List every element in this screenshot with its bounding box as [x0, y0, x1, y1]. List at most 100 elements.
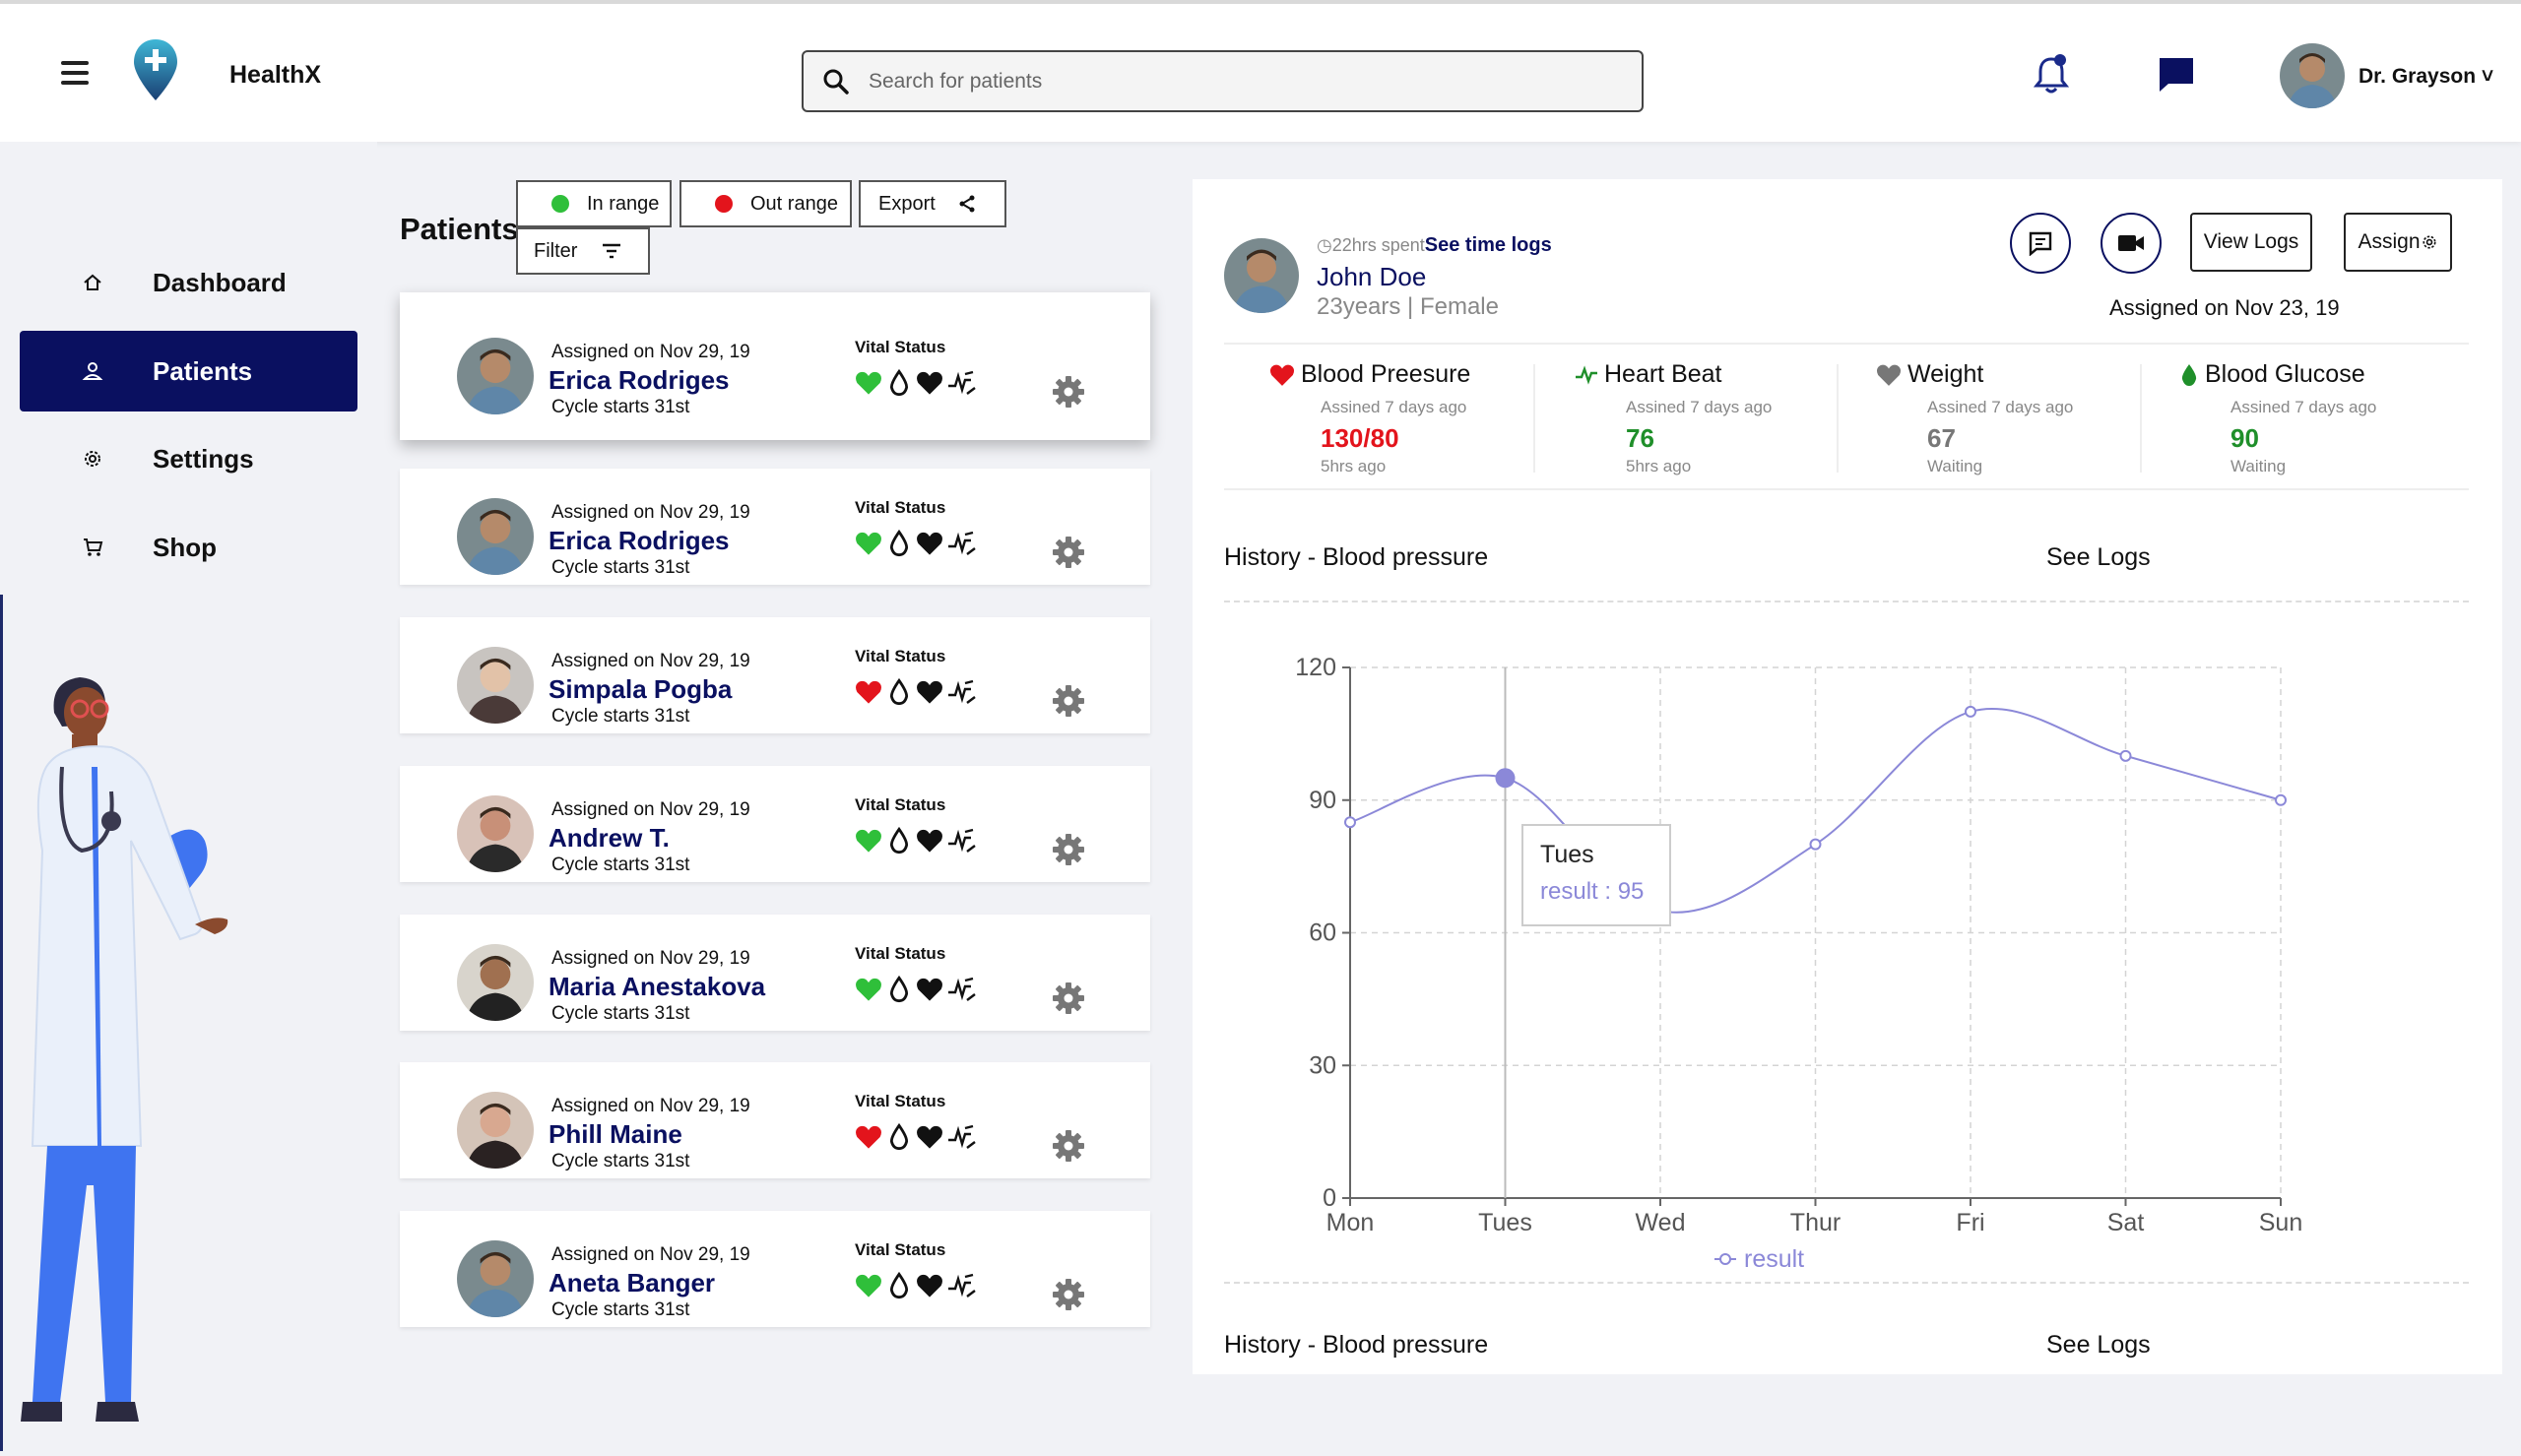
patient-card[interactable]: Assigned on Nov 29, 19 Maria Anestakova Cy… — [400, 915, 1150, 1031]
patient-card[interactable]: Assigned on Nov 29, 19 Andrew T. Cycle sta… — [400, 766, 1150, 882]
home-icon — [84, 274, 101, 290]
vital-updated: 5hrs ago — [1321, 457, 1387, 475]
vital-title: Weight — [1907, 360, 1984, 388]
vital-assigned: Assined 7 days ago — [2230, 398, 2377, 416]
settings-gear-icon[interactable] — [1052, 981, 1085, 1015]
see-logs-link[interactable]: See Logs — [2046, 543, 2151, 572]
export-label: Export — [878, 192, 936, 215]
patient-card[interactable]: Assigned on Nov 29, 19 Simpala Pogba Cycle… — [400, 617, 1150, 733]
pulse-icon — [1576, 364, 1597, 385]
heart-icon — [856, 532, 881, 555]
user-avatar[interactable] — [2280, 43, 2345, 108]
doctor-illustration — [0, 595, 377, 1451]
divider — [1533, 364, 1535, 473]
pulse-icon — [948, 977, 976, 1001]
see-logs-link[interactable]: See Logs — [2046, 1331, 2151, 1360]
vital-blood-pressure: Blood Preesure Assined 7 days ago 130/80… — [1269, 345, 1525, 492]
view-logs-button[interactable]: View Logs — [2190, 213, 2312, 272]
heart-icon — [917, 1125, 942, 1149]
vital-status-label: Vital Status — [855, 647, 946, 665]
settings-gear-icon[interactable] — [1052, 833, 1085, 866]
vital-status-icons — [855, 827, 977, 855]
cycle-text: Cycle starts 31st — [551, 1299, 690, 1320]
assigned-date: Assigned on Nov 29, 19 — [551, 342, 750, 362]
search-input[interactable] — [869, 69, 1617, 94]
red-dot-icon — [715, 195, 733, 213]
pulse-icon — [948, 828, 976, 853]
settings-gear-icon[interactable] — [1052, 375, 1085, 409]
green-dot-icon — [551, 195, 569, 213]
vital-value: 130/80 — [1321, 423, 1399, 453]
legend-marker — [1719, 1253, 1731, 1265]
settings-gear-icon[interactable] — [1052, 1278, 1085, 1311]
vital-status-icons — [855, 1123, 977, 1151]
vital-value: 67 — [1927, 423, 1956, 453]
vital-status-label: Vital Status — [855, 1240, 946, 1259]
settings-gear-icon[interactable] — [1052, 536, 1085, 569]
sidebar-item-settings[interactable]: Settings — [20, 418, 357, 499]
time-spent-text: 22hrs spent — [1331, 235, 1425, 255]
data-point — [1344, 816, 1356, 829]
patient-card[interactable]: Assigned on Nov 29, 19 Erica Rodriges Cycl… — [400, 469, 1150, 585]
assigned-date: Assigned on Nov 29, 19 — [551, 651, 750, 671]
sidebar-item-shop[interactable]: Shop — [20, 507, 357, 588]
filter-icon — [603, 243, 621, 259]
heart-icon — [917, 371, 942, 395]
see-time-logs-link[interactable]: See time logs — [1425, 234, 1552, 256]
patient-avatar — [457, 647, 534, 724]
x-tick-label: Fri — [1956, 1209, 1984, 1236]
in-range-filter-button[interactable]: In range — [516, 180, 672, 227]
patient-name: Aneta Banger — [549, 1268, 716, 1298]
patient-name: Andrew T. — [549, 823, 670, 853]
tooltip-value: result : 95 — [1540, 878, 1644, 905]
x-tick-label: Sat — [2107, 1209, 2145, 1236]
patient-avatar — [457, 498, 534, 575]
search-box[interactable] — [802, 50, 1644, 112]
vital-updated: 5hrs ago — [1626, 457, 1692, 475]
notification-bell-icon[interactable] — [2034, 53, 2069, 95]
chat-button[interactable] — [2010, 213, 2071, 274]
pulse-icon — [948, 370, 976, 395]
vital-status-icons — [855, 976, 977, 1003]
out-range-filter-button[interactable]: Out range — [679, 180, 852, 227]
assign-button[interactable]: Assign — [2344, 213, 2452, 272]
sidebar-item-dashboard[interactable]: Dashboard — [20, 242, 357, 323]
x-tick-label: Sun — [2259, 1209, 2302, 1236]
patient-card[interactable]: Assigned on Nov 29, 19 Aneta Banger Cycle … — [400, 1211, 1150, 1327]
vital-title: Heart Beat — [1604, 360, 1722, 388]
vital-heart-beat: Heart Beat Assined 7 days ago 76 5hrs ag… — [1575, 345, 1831, 492]
video-call-button[interactable] — [2101, 213, 2162, 274]
sidebar-item-patients[interactable]: Patients — [20, 331, 357, 411]
vital-value: 90 — [2230, 423, 2259, 453]
pulse-icon — [948, 531, 976, 555]
divider — [1837, 364, 1839, 473]
clock-icon: ◷ — [1317, 235, 1332, 255]
vital-status-label: Vital Status — [855, 795, 946, 814]
assigned-date: Assigned on Nov 29, 19 — [551, 799, 750, 820]
export-button[interactable]: Export — [859, 180, 1006, 227]
drop-icon — [890, 1272, 908, 1299]
patient-card[interactable]: Assigned on Nov 29, 19 Phill Maine Cycle s… — [400, 1062, 1150, 1178]
vital-status-icons — [855, 369, 977, 397]
user-menu[interactable]: Dr. Grayson ˅ — [2359, 65, 2493, 89]
settings-gear-icon[interactable] — [1052, 684, 1085, 718]
y-tick-label: 90 — [1309, 787, 1336, 814]
vitals-row: Blood Preesure Assined 7 days ago 130/80… — [1224, 343, 2469, 490]
gear-icon — [85, 451, 100, 467]
vital-blood-glucose: Blood Glucose Assined 7 days ago 90 Wait… — [2179, 345, 2455, 492]
x-tick-label: Mon — [1326, 1209, 1375, 1236]
filter-button[interactable]: Filter — [516, 227, 650, 275]
y-tick-label: 30 — [1309, 1051, 1336, 1079]
patient-card[interactable]: Assigned on Nov 29, 19 Erica Rodriges Cycl… — [400, 292, 1150, 440]
cycle-text: Cycle starts 31st — [551, 557, 690, 578]
settings-gear-icon[interactable] — [1052, 1129, 1085, 1163]
patient-name: Simpala Pogba — [549, 674, 733, 704]
menu-icon[interactable] — [61, 61, 89, 85]
divider — [2140, 364, 2142, 473]
sidebar-item-label: Shop — [153, 532, 217, 562]
message-icon[interactable] — [2157, 55, 2196, 95]
sidebar-item-label: Settings — [153, 443, 254, 474]
cart-icon — [84, 538, 103, 556]
divider — [1224, 601, 2469, 602]
data-point-active — [1495, 768, 1516, 789]
